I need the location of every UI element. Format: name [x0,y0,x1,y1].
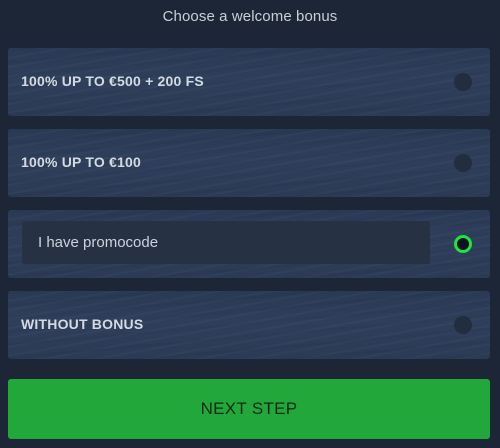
promocode-input[interactable] [22,221,430,264]
bonus-selection-panel: Choose a welcome bonus 100% UP TO €500 +… [0,0,500,448]
next-step-button[interactable]: NEXT STEP [8,379,490,439]
bonus-option-promocode[interactable] [8,210,490,278]
bonus-option-without-bonus[interactable]: WITHOUT BONUS [8,291,490,359]
bonus-option-label: WITHOUT BONUS [21,316,144,332]
radio-button[interactable] [454,73,472,91]
bonus-option-100[interactable]: 100% UP TO €100 [8,129,490,197]
bonus-option-label: 100% UP TO €500 + 200 FS [21,73,204,89]
radio-button[interactable] [454,154,472,172]
page-title: Choose a welcome bonus [162,8,338,25]
radio-button-selected[interactable] [454,235,472,253]
bonus-option-label: 100% UP TO €100 [21,154,142,170]
bonus-option-500-200fs[interactable]: 100% UP TO €500 + 200 FS [8,48,490,116]
radio-button[interactable] [454,316,472,334]
